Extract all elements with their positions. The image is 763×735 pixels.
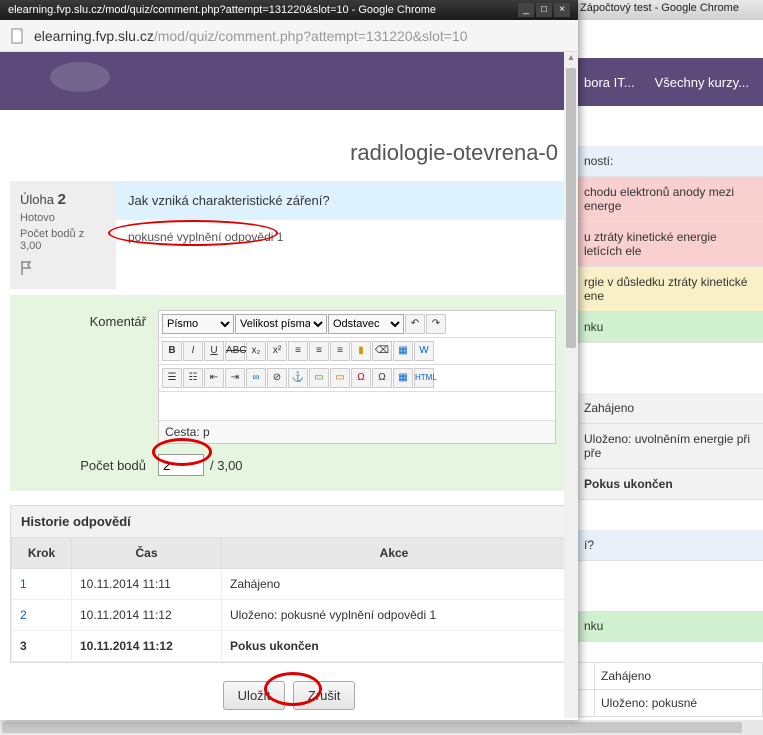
bg-nav: bora IT... Všechny kurzy... <box>574 58 763 106</box>
indent-icon[interactable]: ⇥ <box>225 368 245 388</box>
italic-icon[interactable]: I <box>183 341 203 361</box>
anchor-icon[interactable]: ⚓ <box>288 368 308 388</box>
grade-max: / 3,00 <box>210 458 243 473</box>
bg-row: ností: <box>574 146 763 177</box>
media-icon[interactable]: ▭ <box>330 368 350 388</box>
ul-icon[interactable]: ☰ <box>162 368 182 388</box>
sup-icon[interactable]: x² <box>267 341 287 361</box>
button-row: Uložit Zrušit <box>10 663 568 718</box>
comment-block: Komentář Písmo Velikost písma Odstavec ↶… <box>10 295 568 491</box>
link-icon[interactable]: ∞ <box>246 368 266 388</box>
question-text: Jak vzniká charakteristické záření? <box>116 181 568 220</box>
image-icon[interactable]: ▭ <box>309 368 329 388</box>
question-info: Úloha 2 Hotovo Počet bodů z 3,00 <box>10 181 116 289</box>
save-button[interactable]: Uložit <box>223 681 286 710</box>
bg-row: u ztráty kinetické energie letících ele <box>574 222 763 267</box>
align-right-icon[interactable]: ≡ <box>330 341 350 361</box>
vertical-scrollbar[interactable]: ▴ <box>564 52 578 718</box>
col-action: Akce <box>222 538 567 569</box>
page-header-banner <box>0 52 578 110</box>
cancel-button[interactable]: Zrušit <box>293 681 356 710</box>
comment-label: Komentář <box>22 310 158 329</box>
paste-icon[interactable]: ▦ <box>393 341 413 361</box>
bg-row: nku <box>574 312 763 343</box>
scrollbar-thumb[interactable] <box>2 722 742 733</box>
bg-row: í? <box>574 530 763 561</box>
editor-textarea[interactable] <box>159 392 555 420</box>
redo-icon[interactable]: ↷ <box>426 314 446 334</box>
bg-nav-item[interactable]: Všechny kurzy... <box>655 75 749 90</box>
bg-row: rgie v důsledku ztráty kinetické ene <box>574 267 763 312</box>
bg-row: Uloženo: uvolněním energie při pře <box>574 424 763 469</box>
horizontal-scrollbar[interactable] <box>0 720 763 735</box>
html-icon[interactable]: HTML <box>414 368 434 388</box>
col-time: Čas <box>72 538 222 569</box>
sub-icon[interactable]: x₂ <box>246 341 266 361</box>
page-content: radiologie-otevrena-0 Úloha 2 Hotovo Poč… <box>0 52 578 718</box>
page-icon <box>10 28 26 44</box>
bg-table: Zahájeno Uloženo: pokusné <box>574 662 763 717</box>
question-block: Úloha 2 Hotovo Počet bodů z 3,00 Jak vzn… <box>10 181 568 289</box>
char-icon[interactable]: Ω <box>372 368 392 388</box>
table-icon[interactable]: ▦ <box>393 368 413 388</box>
maximize-icon[interactable]: □ <box>536 3 552 17</box>
table-row: 3 10.11.2014 11:12 Pokus ukončen <box>12 631 567 662</box>
bg-row: Pokus ukončen <box>574 469 763 500</box>
outdent-icon[interactable]: ⇤ <box>204 368 224 388</box>
table-row: 1 10.11.2014 11:11 Zahájeno <box>12 569 567 600</box>
answer-text: pokusné vyplnění odpovědi 1 <box>116 220 568 254</box>
background-window: Zápočtový test - Google Chrome bora IT..… <box>573 0 763 735</box>
history-title: Historie odpovědí <box>11 506 567 537</box>
table-row: 2 10.11.2014 11:12 Uloženo: pokusné vypl… <box>12 600 567 631</box>
window-titlebar: elearning.fvp.slu.cz/mod/quiz/comment.ph… <box>0 0 578 20</box>
bg-titlebar: Zápočtový test - Google Chrome <box>574 0 763 20</box>
history-block: Historie odpovědí Krok Čas Akce 1 10.11.… <box>10 505 568 663</box>
bg-row: nku <box>574 611 763 642</box>
address-bar[interactable]: elearning.fvp.slu.cz/mod/quiz/comment.ph… <box>0 20 578 52</box>
history-table: Krok Čas Akce 1 10.11.2014 11:11 Zahájen… <box>11 537 567 662</box>
bold-icon[interactable]: B <box>162 341 182 361</box>
equation-icon[interactable]: Ω <box>351 368 371 388</box>
window-title: elearning.fvp.slu.cz/mod/quiz/comment.ph… <box>8 4 518 16</box>
format-select[interactable]: Odstavec <box>328 314 404 334</box>
rich-text-editor[interactable]: Písmo Velikost písma Odstavec ↶ ↷ B I U … <box>158 310 556 444</box>
editor-toolbar-1: Písmo Velikost písma Odstavec ↶ ↷ <box>159 311 555 338</box>
unlink-icon[interactable]: ⊘ <box>267 368 287 388</box>
editor-path: Cesta: p <box>159 420 555 443</box>
align-left-icon[interactable]: ≡ <box>288 341 308 361</box>
page-title: radiologie-otevrena-0 <box>20 140 558 166</box>
strike-icon[interactable]: ABC <box>225 341 245 361</box>
bg-nav-item[interactable]: bora IT... <box>584 75 635 90</box>
font-select[interactable]: Písmo <box>162 314 234 334</box>
bg-row: Zahájeno <box>574 393 763 424</box>
scrollbar-thumb[interactable] <box>566 68 576 348</box>
align-center-icon[interactable]: ≡ <box>309 341 329 361</box>
col-step: Krok <box>12 538 72 569</box>
paste-word-icon[interactable]: W <box>414 341 434 361</box>
bg-content: ností: chodu elektronů anody mezi energe… <box>574 106 763 717</box>
editor-toolbar-3: ☰ ☷ ⇤ ⇥ ∞ ⊘ ⚓ ▭ ▭ Ω Ω ▦ HTML <box>159 365 555 392</box>
main-window: elearning.fvp.slu.cz/mod/quiz/comment.ph… <box>0 0 578 720</box>
bg-row: chodu elektronů anody mezi energe <box>574 177 763 222</box>
grade-label: Počet bodů <box>22 458 158 473</box>
minimize-icon[interactable]: _ <box>518 3 534 17</box>
fontsize-select[interactable]: Velikost písma <box>235 314 327 334</box>
flag-icon[interactable] <box>20 260 106 279</box>
ol-icon[interactable]: ☷ <box>183 368 203 388</box>
underline-icon[interactable]: U <box>204 341 224 361</box>
editor-toolbar-2: B I U ABC x₂ x² ≡ ≡ ≡ ▮ ⌫ ▦ W <box>159 338 555 365</box>
clean-icon[interactable]: ▮ <box>351 341 371 361</box>
grade-input[interactable] <box>158 454 204 476</box>
clear-icon[interactable]: ⌫ <box>372 341 392 361</box>
url-text: elearning.fvp.slu.cz/mod/quiz/comment.ph… <box>34 28 468 44</box>
undo-icon[interactable]: ↶ <box>405 314 425 334</box>
close-icon[interactable]: × <box>554 3 570 17</box>
